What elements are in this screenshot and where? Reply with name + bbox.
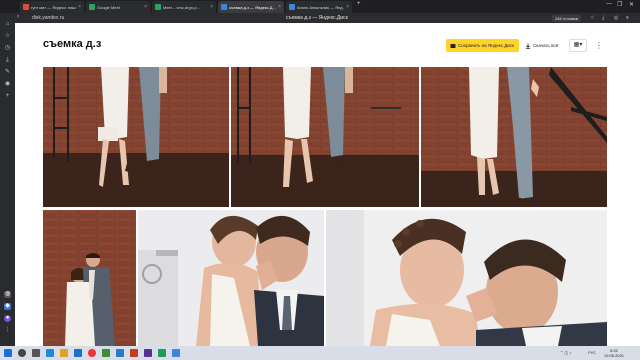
tab-title: гугл мит — Яндекс: нашл… xyxy=(31,4,76,10)
tab-bar: гугл мит — Яндекс: нашл… × Google Meet ×… xyxy=(0,0,640,13)
edge-icon[interactable] xyxy=(46,349,54,357)
tab-2[interactable]: Google Meet × xyxy=(86,1,150,13)
close-window-button[interactable]: ✕ xyxy=(629,1,634,8)
alice-icon[interactable]: ● xyxy=(4,315,11,322)
tab-title: Meet – vmc-drgn-p… xyxy=(163,4,201,10)
app-icon[interactable] xyxy=(102,349,110,357)
download-icon xyxy=(526,43,530,49)
language-indicator[interactable]: РУС xyxy=(588,350,596,355)
photo-thumbnail[interactable] xyxy=(43,67,229,207)
search-icon[interactable] xyxy=(18,349,26,357)
bookmark-icon[interactable]: ☆ xyxy=(590,15,594,21)
meet-icon xyxy=(89,4,95,10)
tab-title: съемка д.з — Яндекс.Д… xyxy=(229,4,277,10)
close-icon[interactable]: × xyxy=(346,4,349,10)
photo-thumbnail[interactable] xyxy=(326,210,607,346)
notes-icon[interactable]: ✎ xyxy=(4,69,11,76)
back-icon[interactable]: ‹ xyxy=(17,14,19,20)
address-bar: ‹ disk.yandex.ru съемка д.з — Яндекс.Дис… xyxy=(0,13,640,23)
photo-image xyxy=(326,210,607,346)
collections-icon[interactable]: ◉ xyxy=(4,81,11,88)
history-icon[interactable]: ◷ xyxy=(4,45,11,52)
tray-icons[interactable]: ⌃ ◫ ♪ xyxy=(560,350,571,355)
teams-icon[interactable] xyxy=(144,349,152,357)
close-icon[interactable]: × xyxy=(210,4,213,10)
yandex-icon xyxy=(23,4,29,10)
downloads-icon[interactable]: ⤓ xyxy=(4,57,11,64)
tab-title: Анонс Анкальник — Янд… xyxy=(297,4,345,10)
tab-4[interactable]: съемка д.з — Яндекс.Д… × xyxy=(218,1,284,13)
download-icon[interactable]: ⤓ xyxy=(602,15,604,21)
disk-page: съемка д.з Сохранить на Яндекс.Диск Скач… xyxy=(15,23,640,346)
photo-thumbnail[interactable] xyxy=(138,210,324,346)
save-to-disk-button[interactable]: Сохранить на Яндекс.Диск xyxy=(446,39,519,52)
photo-image xyxy=(43,67,229,207)
photo-image xyxy=(138,210,324,346)
menu-icon[interactable]: ≡ xyxy=(626,15,629,21)
download-all-button[interactable]: Скачать всё xyxy=(521,39,565,52)
explorer-icon[interactable] xyxy=(60,349,68,357)
page-title: съемка д.з xyxy=(43,38,102,50)
excel-icon[interactable] xyxy=(158,349,166,357)
tab-5[interactable]: Анонс Анкальник — Янд… × xyxy=(286,1,352,13)
mail-icon[interactable]: ◍ xyxy=(4,291,11,298)
close-icon[interactable]: × xyxy=(144,4,147,10)
extensions-icon[interactable]: ◎ xyxy=(614,15,618,21)
photo-thumbnail[interactable] xyxy=(43,210,136,346)
new-tab-button[interactable]: + xyxy=(357,1,361,7)
task-view-icon[interactable] xyxy=(32,349,40,357)
home-icon[interactable]: ⌂ xyxy=(4,21,11,28)
disk-save-icon xyxy=(450,43,456,48)
more-options-button[interactable]: ⋮ xyxy=(594,39,604,52)
clock[interactable]: 9:22 19.05.2021 xyxy=(604,348,624,358)
photo-image xyxy=(421,67,607,207)
tab-3[interactable]: Meet – vmc-drgn-p… × xyxy=(152,1,216,13)
yandex-browser-icon[interactable] xyxy=(88,349,96,357)
reviews-button[interactable]: 24К отзывов xyxy=(552,14,581,22)
messenger-icon[interactable]: ◆ xyxy=(4,303,11,310)
page-title-display: съемка д.з — Яндекс.Диск xyxy=(286,15,348,21)
tab-1[interactable]: гугл мит — Яндекс: нашл… × xyxy=(20,1,84,13)
photo-thumbnail[interactable] xyxy=(421,67,607,207)
taskbar: ⌃ ◫ ♪ РУС 9:22 19.05.2021 xyxy=(0,346,640,360)
photo-thumbnail[interactable] xyxy=(231,67,419,207)
maximize-button[interactable]: ❐ xyxy=(617,1,622,8)
tab-title: Google Meet xyxy=(97,4,120,10)
disk-icon xyxy=(221,4,227,10)
store-icon[interactable] xyxy=(74,349,82,357)
start-icon[interactable] xyxy=(4,349,12,357)
word-icon[interactable] xyxy=(116,349,124,357)
view-mode-button[interactable]: ▦▾ xyxy=(569,39,587,52)
settings-icon[interactable]: ⋮ xyxy=(4,327,11,334)
url-field[interactable]: disk.yandex.ru xyxy=(32,15,64,21)
add-icon[interactable]: + xyxy=(4,93,11,100)
close-icon[interactable]: × xyxy=(278,4,281,10)
powerpoint-icon[interactable] xyxy=(130,349,138,357)
download-button-label: Скачать всё xyxy=(533,43,559,48)
browser-sidebar: ⌂ ☆ ◷ ⤓ ✎ ◉ + ◍ ◆ ● ⋮ xyxy=(0,13,15,346)
photo-image xyxy=(231,67,419,207)
disk-icon xyxy=(289,4,295,10)
photo-image xyxy=(43,210,136,346)
meet-icon xyxy=(155,4,161,10)
minimize-button[interactable]: — xyxy=(606,1,612,7)
clock-date: 19.05.2021 xyxy=(604,353,625,358)
telegram-icon[interactable] xyxy=(172,349,180,357)
save-button-label: Сохранить на Яндекс.Диск xyxy=(458,43,515,48)
bookmarks-icon[interactable]: ☆ xyxy=(4,33,11,40)
close-icon[interactable]: × xyxy=(78,4,81,10)
